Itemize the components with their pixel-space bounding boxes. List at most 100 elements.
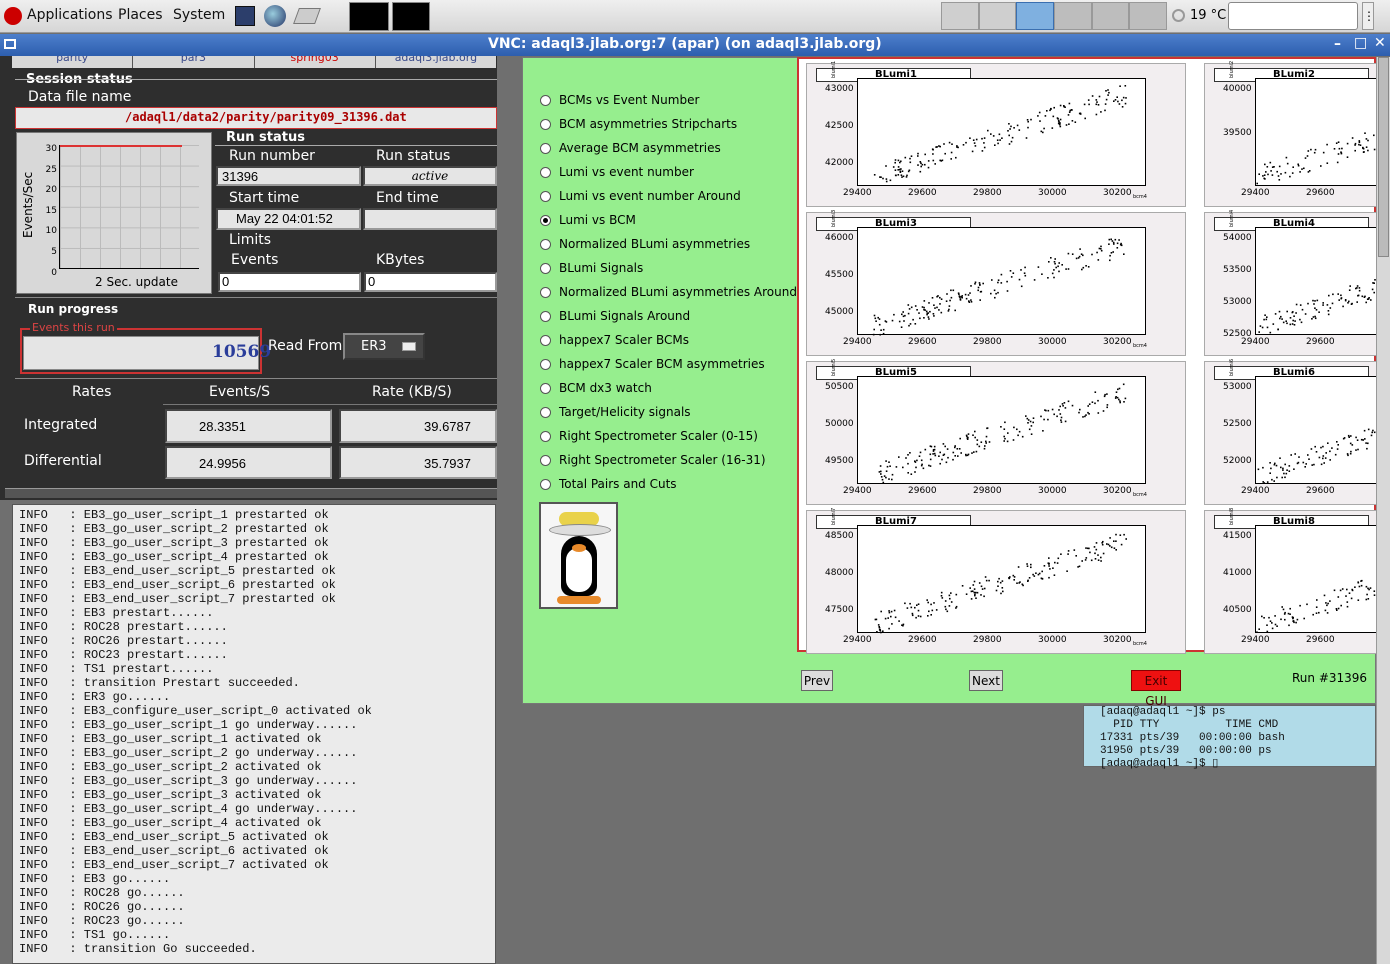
radio-button[interactable]: [540, 118, 551, 130]
scatter-point: [1010, 276, 1013, 278]
browser-launcher-icon[interactable]: [264, 5, 286, 27]
plot-option[interactable]: BLumi Signals Around: [540, 309, 690, 323]
tab-par3[interactable]: par3: [133, 56, 255, 68]
scrollbar-thumb[interactable]: [1378, 57, 1389, 257]
scrollbar[interactable]: [1376, 57, 1390, 964]
scatter-point: [1370, 434, 1373, 437]
plot-option[interactable]: Lumi vs BCM: [540, 213, 636, 227]
scatter-point: [1097, 259, 1100, 261]
plot-blumi8[interactable]: BLumi8 41500 41000 40500 29400 29600 blumi8: [1204, 508, 1390, 654]
radio-button[interactable]: [540, 190, 551, 202]
plot-ytick: 53000: [1223, 297, 1252, 307]
panel-menu-button[interactable]: ⋮: [1362, 2, 1375, 30]
plot-option[interactable]: Normalized BLumi asymmetries: [540, 237, 750, 251]
search-box[interactable]: [1228, 2, 1358, 30]
scatter-point: [1282, 469, 1284, 471]
plot-option[interactable]: Target/Helicity signals: [540, 405, 691, 419]
radio-button[interactable]: [540, 286, 551, 298]
plot-option[interactable]: Average BCM asymmetries: [540, 141, 721, 155]
workspace-switcher[interactable]: [941, 2, 1168, 30]
plot-option[interactable]: BCM dx3 watch: [540, 381, 652, 395]
prev-button[interactable]: Prev: [801, 670, 833, 691]
scatter-point: [888, 461, 890, 463]
plot-option[interactable]: BLumi Signals: [540, 261, 643, 275]
plot-option[interactable]: BCM asymmetries Stripcharts: [540, 117, 737, 131]
events-limit-input[interactable]: 0: [218, 272, 361, 292]
plot-blumi6[interactable]: BLumi6 53000 52500 52000 29400 29600 blumi6: [1204, 359, 1390, 505]
scatter-point: [1091, 253, 1093, 256]
plot-blumi1[interactable]: BLumi1 43000 42500 42000 29400 29600 29800 3000…: [806, 61, 1186, 207]
radio-button[interactable]: [540, 430, 551, 442]
scatter-point: [923, 306, 925, 309]
log-output[interactable]: INFO : EB3_go_user_script_1 prestarted o…: [12, 504, 496, 964]
applications-menu[interactable]: Applications: [27, 7, 113, 23]
radio-button[interactable]: [540, 334, 551, 346]
read-from-select[interactable]: ER3: [343, 333, 425, 360]
scatter-point: [958, 293, 960, 295]
redhat-logo-icon[interactable]: [4, 7, 22, 25]
window-thumb-1[interactable]: [349, 2, 389, 31]
radio-button[interactable]: [540, 214, 551, 226]
plot-option[interactable]: Right Spectrometer Scaler (16-31): [540, 453, 766, 467]
scatter-point: [1323, 594, 1326, 597]
scatter-point: [1105, 98, 1108, 101]
exit-gui-button[interactable]: Exit GUI: [1131, 670, 1181, 708]
next-button[interactable]: Next: [969, 670, 1003, 691]
scatter-point: [917, 603, 920, 605]
plot-blumi2[interactable]: BLumi2 40000 39500 29400 29600 blumi2: [1204, 61, 1390, 207]
radio-button[interactable]: [540, 94, 551, 106]
scatter-point: [969, 292, 971, 294]
maximize-icon[interactable]: □: [1354, 35, 1367, 51]
minimize-icon[interactable]: –: [1334, 36, 1341, 52]
scatter-point: [1108, 243, 1110, 245]
radio-button[interactable]: [540, 310, 551, 322]
radio-button[interactable]: [540, 478, 551, 490]
plot-option[interactable]: Normalized BLumi asymmetries Around: [540, 285, 797, 299]
scatter-point: [1312, 613, 1314, 616]
plot-frame: [1255, 78, 1390, 186]
radio-button[interactable]: [540, 166, 551, 178]
plot-option[interactable]: Right Spectrometer Scaler (0-15): [540, 429, 758, 443]
plot-option[interactable]: Lumi vs event number: [540, 165, 694, 179]
plot-blumi5[interactable]: BLumi5 50500 50000 49500 29400 29600 29800 3000…: [806, 359, 1186, 505]
scatter-point: [1347, 302, 1349, 304]
scatter-point: [939, 303, 941, 305]
plot-option[interactable]: Total Pairs and Cuts: [540, 477, 677, 491]
window-thumb-2[interactable]: [392, 2, 430, 31]
scatter-point: [1026, 565, 1029, 567]
scatter-point: [923, 317, 925, 319]
log-line: INFO : EB3_go_user_script_1 prestarted o…: [19, 508, 329, 522]
window-menu-icon[interactable]: [4, 39, 16, 49]
scatter-point: [924, 153, 926, 156]
scatter-point: [1346, 156, 1349, 158]
radio-button[interactable]: [540, 454, 551, 466]
terminal-window[interactable]: [adaq@adaql1 ~]$ ps PID TTY TIME CMD 1733…: [1083, 705, 1376, 770]
scatter-point: [910, 155, 913, 157]
plot-blumi4[interactable]: BLumi4 54000 53500 53000 52500 29400 29600 blum…: [1204, 210, 1390, 356]
radio-button[interactable]: [540, 358, 551, 370]
plot-blumi3[interactable]: BLumi3 46000 45500 45000 29400 29600 29800 3000…: [806, 210, 1186, 356]
plot-option[interactable]: happex7 Scaler BCM asymmetries: [540, 357, 765, 371]
radio-button[interactable]: [540, 142, 551, 154]
plot-option[interactable]: happex7 Scaler BCMs: [540, 333, 689, 347]
scatter-point: [1037, 266, 1040, 268]
terminal-launcher-icon[interactable]: [235, 6, 255, 26]
notes-launcher-icon[interactable]: [293, 8, 321, 24]
kbytes-limit-input[interactable]: 0: [364, 272, 497, 292]
plot-canvas[interactable]: BLumi1 43000 42500 42000 29400 29600 29800 3000…: [797, 57, 1390, 654]
radio-button[interactable]: [540, 382, 551, 394]
plot-option[interactable]: BCMs vs Event Number: [540, 93, 699, 107]
radio-button[interactable]: [540, 262, 551, 274]
radio-button[interactable]: [540, 238, 551, 250]
system-menu[interactable]: System: [173, 7, 225, 23]
tab-parity[interactable]: parity: [12, 56, 134, 68]
plot-blumi7[interactable]: BLumi7 48500 48000 47500 29400 29600 29800 3000…: [806, 508, 1186, 654]
scatter-point: [1292, 166, 1294, 168]
plot-option[interactable]: Lumi vs event number Around: [540, 189, 741, 203]
scatter-point: [1354, 149, 1356, 152]
tab-spring03[interactable]: spring03: [255, 56, 376, 68]
places-menu[interactable]: Places: [118, 7, 163, 23]
close-icon[interactable]: ✕: [1374, 35, 1386, 51]
tab-host[interactable]: adaql3.jlab.org: [376, 56, 496, 68]
radio-button[interactable]: [540, 406, 551, 418]
